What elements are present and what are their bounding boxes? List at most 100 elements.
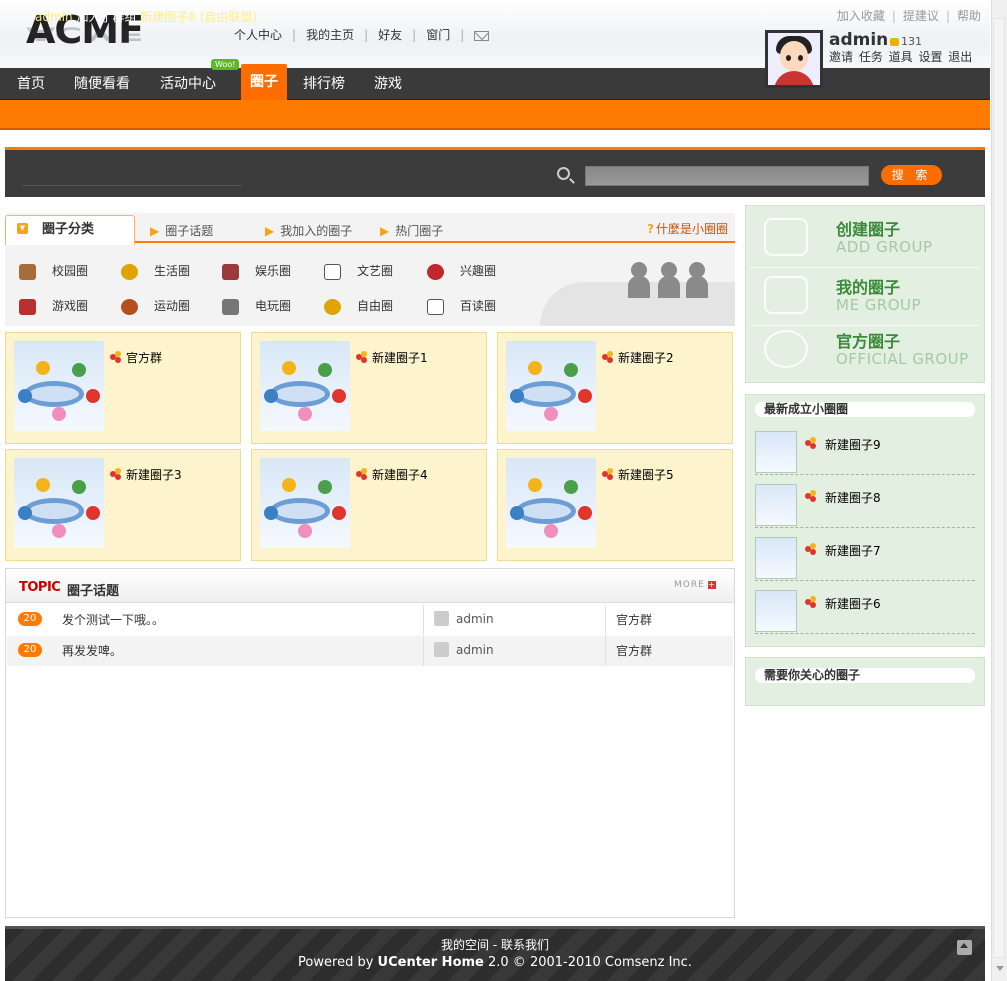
table-row: 20 再发发啤。 admin 官方群 (7, 636, 733, 666)
topnav-friends[interactable]: 好友 (378, 28, 402, 42)
search-input[interactable] (585, 166, 869, 186)
group-thumbnail[interactable] (755, 537, 797, 579)
topic-link[interactable]: 再发发啤。 (62, 642, 122, 659)
user-avatar-icon[interactable] (434, 642, 449, 657)
list-item[interactable]: 新建圈子6 (755, 586, 975, 634)
nav-events[interactable]: 活动中心 (160, 68, 216, 100)
nav-games[interactable]: 游戏 (374, 68, 402, 100)
group-icon (805, 596, 819, 610)
topic-user[interactable]: admin (456, 643, 494, 657)
topic-group[interactable]: 官方群 (616, 642, 652, 659)
list-item[interactable]: 新建圈子9 (755, 427, 975, 475)
notice-bar (0, 100, 990, 130)
more-link[interactable]: MORE + (674, 580, 716, 590)
category-life[interactable]: 生活圈 (121, 262, 190, 280)
group-thumbnail[interactable] (260, 341, 350, 431)
category-games[interactable]: 游戏圈 (19, 297, 88, 315)
nav-ranking[interactable]: 排行榜 (303, 68, 345, 100)
group-thumbnail[interactable] (506, 458, 596, 548)
user-menu[interactable]: 邀请 任务 道具 设置 退出 (829, 48, 972, 65)
group-thumbnail[interactable] (755, 590, 797, 632)
question-icon: ? (647, 222, 654, 236)
user-avatar[interactable] (765, 30, 823, 88)
nav-groups[interactable]: 圈子 (241, 64, 287, 100)
group-card[interactable]: 新建圈子1 (251, 332, 487, 444)
search-button[interactable]: 搜 索 (881, 165, 942, 185)
list-item[interactable]: 新建圈子8 (755, 480, 975, 528)
group-name[interactable]: 新建圈子4 (372, 466, 428, 483)
group-icon (356, 351, 368, 363)
product-name[interactable]: UCenter Home (378, 955, 484, 970)
topic-group[interactable]: 官方群 (616, 611, 652, 628)
chevron-down-icon: ▼ (17, 223, 28, 234)
group-name[interactable]: 新建圈子3 (126, 466, 182, 483)
user-name[interactable]: admin (829, 30, 888, 50)
category-entertainment[interactable]: 娱乐圈 (222, 262, 291, 280)
group-name[interactable]: 新建圈子1 (372, 349, 428, 366)
group-card[interactable]: 新建圈子2 (497, 332, 733, 444)
category-campus[interactable]: 校园圈 (19, 262, 88, 280)
group-name[interactable]: 新建圈子7 (825, 542, 881, 559)
my-group-link[interactable]: 我的圈子 ME GROUP (750, 266, 980, 326)
group-name[interactable]: 新建圈子8 (825, 489, 881, 506)
heart-icon (427, 263, 444, 280)
group-thumbnail[interactable] (260, 458, 350, 548)
topnav-window[interactable]: 窗门 (426, 28, 450, 42)
group-name[interactable]: 新建圈子9 (825, 436, 881, 453)
user-avatar-icon[interactable] (434, 611, 449, 626)
category-video-games[interactable]: 电玩圈 (222, 297, 291, 315)
category-label: 百读圈 (460, 299, 497, 313)
category-free[interactable]: 自由圈 (324, 297, 393, 315)
triangle-right-icon: ▶ (265, 224, 275, 238)
link-subtitle: OFFICIAL GROUP (836, 350, 969, 368)
scrollbar-thumb[interactable] (993, 18, 1005, 958)
group-thumbnail[interactable] (755, 484, 797, 526)
topnav-profile[interactable]: 个人中心 (234, 28, 282, 42)
group-card[interactable]: 新建圈子4 (251, 449, 487, 561)
group-name[interactable]: 官方群 (126, 349, 162, 366)
category-arts[interactable]: 文艺圈 (324, 262, 393, 280)
scroll-down-arrow-icon[interactable] (996, 966, 1004, 975)
category-interest[interactable]: 兴趣圈 (427, 262, 496, 280)
topic-tag: TOPIC (19, 580, 61, 595)
back-to-top-icon[interactable] (957, 940, 972, 955)
group-thumbnail[interactable] (506, 341, 596, 431)
create-group-link[interactable]: 创建圈子 ADD GROUP (750, 208, 980, 268)
topnav-home[interactable]: 我的主页 (306, 28, 354, 42)
tab-my-groups[interactable]: ▶ 我加入的圈子 (265, 222, 352, 239)
group-card[interactable]: 新建圈子5 (497, 449, 733, 561)
official-group-link[interactable]: 官方圈子 OFFICIAL GROUP (750, 320, 975, 380)
more-label: MORE (674, 580, 705, 590)
group-thumbnail[interactable] (14, 341, 104, 431)
footer-links[interactable]: 我的空间 - 联系我们 (0, 936, 990, 953)
topic-user[interactable]: admin (456, 612, 494, 626)
group-name[interactable]: 新建圈子5 (618, 466, 674, 483)
nav-browse[interactable]: 随便看看 (74, 68, 130, 100)
help-link[interactable]: 帮助 (957, 9, 981, 23)
add-favorite-link[interactable]: 加入收藏 (837, 9, 885, 23)
notice-user[interactable]: admin (35, 10, 73, 24)
group-thumbnail[interactable] (755, 431, 797, 473)
notice-group[interactable]: 新建圈子8 (140, 10, 196, 24)
topic-link[interactable]: 发个测试一下哦。。 (62, 611, 164, 628)
nav-home[interactable]: 首页 (17, 68, 45, 100)
group-thumbnail[interactable] (14, 458, 104, 548)
help-link[interactable]: ? 什麼是小圈圈 (647, 220, 728, 237)
list-item[interactable]: 新建圈子7 (755, 533, 975, 581)
group-icon (356, 468, 368, 480)
group-name[interactable]: 新建圈子6 (825, 595, 881, 612)
main-nav: 首页 随便看看 活动中心 圈子 排行榜 游戏 (0, 64, 990, 100)
reply-count: 20 (18, 643, 42, 657)
group-name[interactable]: 新建圈子2 (618, 349, 674, 366)
cup-icon (324, 298, 341, 315)
mail-icon[interactable] (474, 30, 490, 41)
category-sports[interactable]: 运动圈 (121, 297, 190, 315)
tab-group-topics[interactable]: ▶ 圈子话题 (150, 222, 213, 239)
group-card[interactable]: 官方群 (5, 332, 241, 444)
group-card[interactable]: 新建圈子3 (5, 449, 241, 561)
triangle-right-icon: ▶ (150, 224, 160, 238)
tab-hot-groups[interactable]: ▶ 热门圈子 (380, 222, 443, 239)
newest-groups-title: 最新成立小圈圈 (755, 402, 975, 417)
category-reading[interactable]: 百读圈 (427, 297, 496, 315)
feedback-link[interactable]: 提建议 (903, 9, 939, 23)
